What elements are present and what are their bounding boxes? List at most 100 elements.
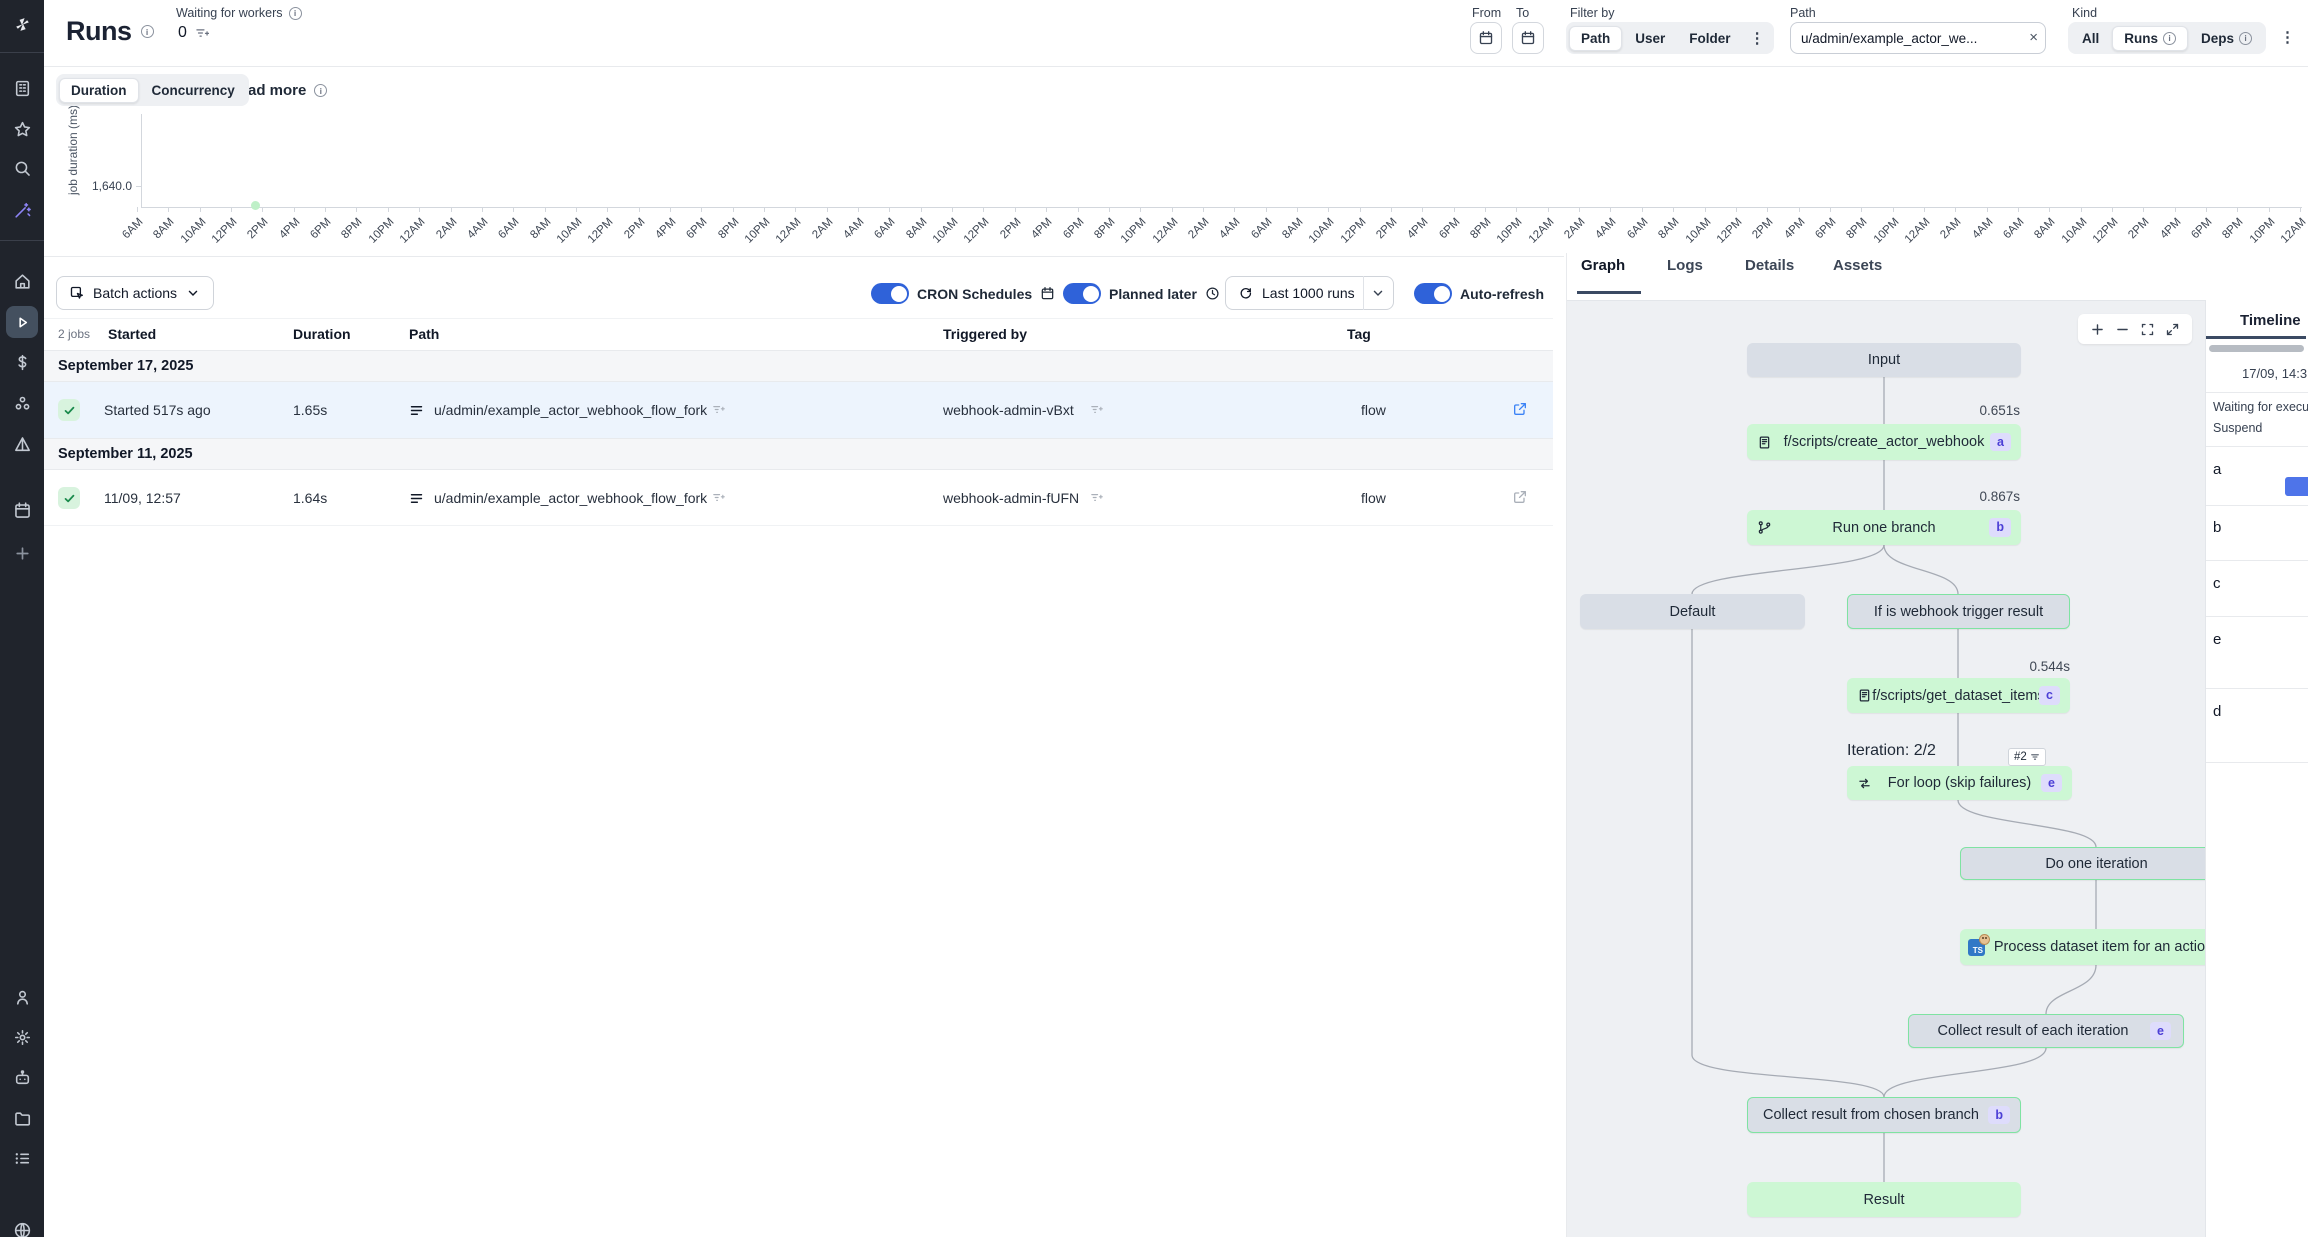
tab-details[interactable]: Details [1745, 257, 1794, 274]
filter-more-menu-icon[interactable]: ⋮ [1744, 31, 1771, 46]
select-chevron[interactable] [1363, 276, 1393, 310]
date-section-header: September 11, 2025 [44, 438, 1553, 470]
filter-plus-icon[interactable] [712, 491, 725, 504]
run-triggered-by[interactable]: webhook-admin-fUFN [943, 490, 1079, 506]
kind-tab-runs[interactable]: Runsi [2112, 26, 2188, 51]
timeline-legend-suspend: Suspend [2213, 421, 2262, 435]
table-row[interactable]: 11/09, 12:57 1.64s u/admin/example_actor… [44, 470, 1553, 526]
filter-plus-icon[interactable] [1090, 403, 1103, 416]
table-row[interactable]: Started 517s ago 1.65s u/admin/example_a… [44, 382, 1553, 438]
success-status-icon [58, 399, 80, 421]
actor-emoji-icon [1979, 934, 1990, 945]
sidebar-item-favorites[interactable] [6, 113, 38, 145]
flow-node-process-dataset-item[interactable]: TS Process dataset item for an action [1960, 929, 2233, 965]
header-more-menu-icon[interactable]: ⋮ [2280, 30, 2295, 45]
flow-node-create-actor-webhook[interactable]: f/scripts/create_actor_webhook a [1747, 424, 2021, 460]
filter-plus-icon[interactable] [195, 26, 209, 40]
sidebar-item-apps[interactable] [6, 72, 38, 104]
fit-view-icon[interactable] [2140, 322, 2155, 337]
sidebar-item-spend[interactable] [6, 346, 38, 378]
external-link-icon[interactable] [1512, 401, 1528, 417]
sidebar-item-ai-wand[interactable] [6, 194, 38, 226]
flow-node-if-webhook-trigger[interactable]: If is webhook trigger result [1847, 594, 2070, 629]
runs-count-select[interactable]: Last 1000 runs [1225, 276, 1394, 310]
batch-actions-button[interactable]: Batch actions [56, 276, 214, 310]
sidebar-item-search[interactable] [6, 152, 38, 184]
from-date-button[interactable] [1470, 22, 1502, 54]
flow-node-for-loop[interactable]: For loop (skip failures) e [1847, 766, 2072, 800]
to-date-button[interactable] [1512, 22, 1544, 54]
tab-logs[interactable]: Logs [1667, 257, 1703, 274]
filter-by-label: Filter by [1570, 6, 1614, 20]
timeline-underline [2206, 336, 2306, 339]
load-more-label[interactable]: ad more [248, 82, 306, 99]
flow-node-result[interactable]: Result [1747, 1182, 2021, 1217]
info-icon[interactable]: i [314, 84, 327, 97]
path-input[interactable] [1790, 22, 2046, 54]
external-link-icon[interactable] [1512, 489, 1528, 505]
timeline-row-label: b [2213, 519, 2221, 536]
timeline-scrollbar[interactable] [2209, 345, 2304, 352]
kind-tab-all[interactable]: All [2071, 27, 2110, 50]
y-axis-tick: 1,640.0 [60, 179, 132, 193]
flow-node-run-one-branch[interactable]: Run one branch b [1747, 510, 2021, 545]
filter-plus-icon[interactable] [712, 403, 725, 416]
run-triggered-by[interactable]: webhook-admin-vBxt [943, 402, 1074, 418]
calendar-icon [1478, 30, 1494, 46]
kind-tab-deps[interactable]: Depsi [2190, 27, 2263, 50]
sidebar-item-workers[interactable] [6, 1061, 38, 1093]
info-icon[interactable]: i [141, 25, 154, 38]
sidebar-add-icon[interactable] [6, 537, 38, 569]
filter-tab-folder[interactable]: Folder [1678, 27, 1741, 50]
sidebar-item-schedules[interactable] [6, 494, 38, 526]
auto-refresh-toggle[interactable] [1414, 283, 1452, 304]
sidebar-item-folders[interactable] [6, 1102, 38, 1134]
flow-node-input[interactable]: Input [1747, 343, 2021, 377]
iteration-selector-chip[interactable]: #2 [2008, 748, 2046, 766]
node-badge: c [2039, 686, 2060, 705]
timeline-row-label: a [2213, 461, 2221, 478]
flow-node-default-branch[interactable]: Default [1580, 594, 1805, 629]
sidebar-item-globe[interactable] [6, 1214, 38, 1237]
tab-assets[interactable]: Assets [1833, 257, 1882, 274]
cron-schedules-toggle[interactable] [871, 283, 909, 304]
typescript-icon: TS [1968, 939, 1985, 956]
clear-path-icon[interactable]: × [2029, 30, 2038, 45]
sidebar-item-runs[interactable] [6, 306, 38, 338]
sidebar-item-audit-logs[interactable] [6, 1142, 38, 1174]
planned-later-label: Planned later [1109, 286, 1197, 302]
chart-data-point[interactable] [251, 201, 260, 210]
sidebar-item-groups[interactable] [6, 387, 38, 419]
refresh-icon [1238, 285, 1254, 301]
sidebar-item-settings[interactable] [6, 1021, 38, 1053]
chevron-down-icon [1370, 285, 1386, 301]
tab-concurrency[interactable]: Concurrency [141, 79, 246, 102]
run-path[interactable]: u/admin/example_actor_webhook_flow_fork [434, 490, 707, 506]
planned-later-toggle[interactable] [1063, 283, 1101, 304]
cron-schedules-label: CRON Schedules [917, 286, 1032, 302]
sidebar-item-resources[interactable] [6, 428, 38, 460]
tab-duration[interactable]: Duration [59, 78, 139, 103]
filter-plus-icon[interactable] [1090, 491, 1103, 504]
flow-node-do-one-iteration[interactable]: Do one iteration [1960, 847, 2233, 880]
run-path[interactable]: u/admin/example_actor_webhook_flow_fork [434, 402, 707, 418]
sidebar-item-home[interactable] [6, 265, 38, 297]
filter-tab-path[interactable]: Path [1569, 26, 1622, 51]
windmill-logo-icon[interactable] [6, 8, 38, 40]
info-icon[interactable]: i [289, 7, 302, 20]
zoom-out-icon[interactable] [2115, 322, 2130, 337]
node-badge: a [1990, 433, 2011, 452]
flow-node-get-dataset-items[interactable]: f/scripts/get_dataset_items c [1847, 678, 2070, 713]
col-path: Path [409, 326, 439, 342]
zoom-in-icon[interactable] [2090, 322, 2105, 337]
node-badge: e [2150, 1022, 2171, 1041]
timeline-bar[interactable] [2285, 477, 2308, 496]
expand-icon[interactable] [2165, 322, 2180, 337]
flow-node-collect-iteration[interactable]: Collect result of each iteration e [1908, 1014, 2184, 1048]
filter-tab-user[interactable]: User [1624, 27, 1676, 50]
flow-node-collect-branch[interactable]: Collect result from chosen branch b [1747, 1097, 2021, 1133]
active-tab-underline [1577, 291, 1641, 294]
tab-graph[interactable]: Graph [1581, 257, 1625, 274]
timeline-title: Timeline [2240, 312, 2301, 329]
sidebar-item-user[interactable] [6, 981, 38, 1013]
